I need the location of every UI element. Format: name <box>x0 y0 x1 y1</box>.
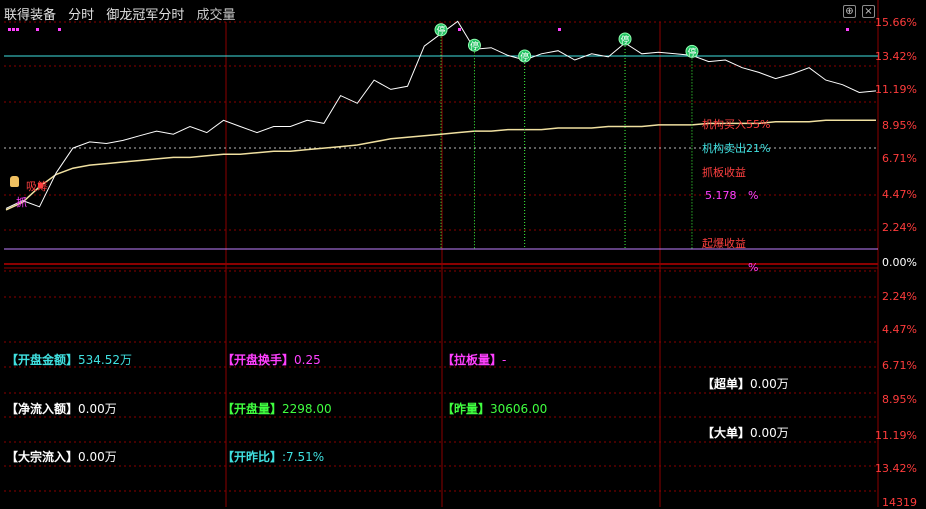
indicator-name[interactable]: 御龙冠军分时 <box>106 8 184 23</box>
lower-axis-label: 13.42% <box>875 462 917 475</box>
chart-header: 联得装备 分时 御龙冠军分时 成交量 <box>4 4 243 23</box>
open-volume-stat: 【开盘量】2298.00 <box>222 402 332 416</box>
hand-cursor-icon <box>10 176 19 187</box>
price-axis-label: 6.71% <box>882 152 917 165</box>
catch-profit-value: 5.178 <box>705 189 737 202</box>
signal-dot <box>558 28 561 31</box>
net-inflow-stat: 【净流入额】0.00万 <box>6 402 117 416</box>
open-turnover-stat: 【开盘换手】0.25 <box>222 353 321 367</box>
limit-marker-label: 停 <box>621 34 630 46</box>
stock-name[interactable]: 联得装备 <box>4 8 56 23</box>
signal-dot <box>36 28 39 31</box>
price-axis-label: 15.66% <box>875 16 917 29</box>
catch-profit-percent: % <box>748 189 759 202</box>
signal-dot <box>458 28 461 31</box>
limit-marker-label: 停 <box>520 51 529 63</box>
lower-axis-label: 4.47% <box>882 323 917 336</box>
super-order-stat: 【超单】0.00万 <box>702 377 789 391</box>
lower-axis-label: 14319 <box>882 496 917 509</box>
signal-dot <box>846 28 849 31</box>
open-amount-stat: 【开盘金额】534.52万 <box>6 353 133 367</box>
block-inflow-stat: 【大宗流入】0.00万 <box>6 450 117 464</box>
break-profit-label: 起爆收益 <box>702 237 746 250</box>
inst-sell-label: 机构卖出21% <box>702 142 771 155</box>
price-axis-label: 8.95% <box>882 119 917 132</box>
mode-label[interactable]: 分时 <box>68 8 94 23</box>
price-axis-label: 13.42% <box>875 50 917 63</box>
catch-limit-profit-label: 抓板收益 <box>702 166 746 179</box>
inst-buy-label: 机构买入55% <box>702 118 771 131</box>
lower-axis-label: 2.24% <box>882 290 917 303</box>
prev-volume-stat: 【昨量】30606.00 <box>442 402 548 416</box>
open-ratio-stat: 【开昨比】:7.51% <box>222 450 325 464</box>
catch-label: 抓 <box>16 196 27 209</box>
pull-volume-stat: 【拉板量】- <box>442 353 507 367</box>
signal-dot <box>58 28 61 31</box>
limit-marker-label: 停 <box>436 25 445 37</box>
signal-dot <box>8 28 11 31</box>
lower-axis-label: 8.95% <box>882 393 917 406</box>
plus-icon[interactable]: ⊕ <box>843 5 856 18</box>
price-axis-label: 2.24% <box>882 221 917 234</box>
absorb-label: 吸筹 <box>26 180 48 193</box>
volume-label[interactable]: 成交量 <box>196 8 235 23</box>
large-order-stat: 【大单】0.00万 <box>702 426 789 440</box>
price-axis-label: 4.47% <box>882 188 917 201</box>
price-axis-label: 11.19% <box>875 83 917 96</box>
close-icon[interactable]: × <box>862 5 875 18</box>
lower-axis-label: 6.71% <box>882 359 917 372</box>
break-profit-percent: % <box>748 261 759 274</box>
limit-marker-label: 停 <box>470 40 479 52</box>
intraday-chart-window: 停停停停停 联得装备 分时 御龙冠军分时 成交量 ⊕ × 15.66% 13.42… <box>0 0 926 509</box>
lower-axis-label: 11.19% <box>875 429 917 442</box>
limit-marker-label: 停 <box>687 46 696 58</box>
price-axis-label: 0.00% <box>882 256 917 269</box>
signal-dot <box>16 28 19 31</box>
signal-dot <box>12 28 15 31</box>
